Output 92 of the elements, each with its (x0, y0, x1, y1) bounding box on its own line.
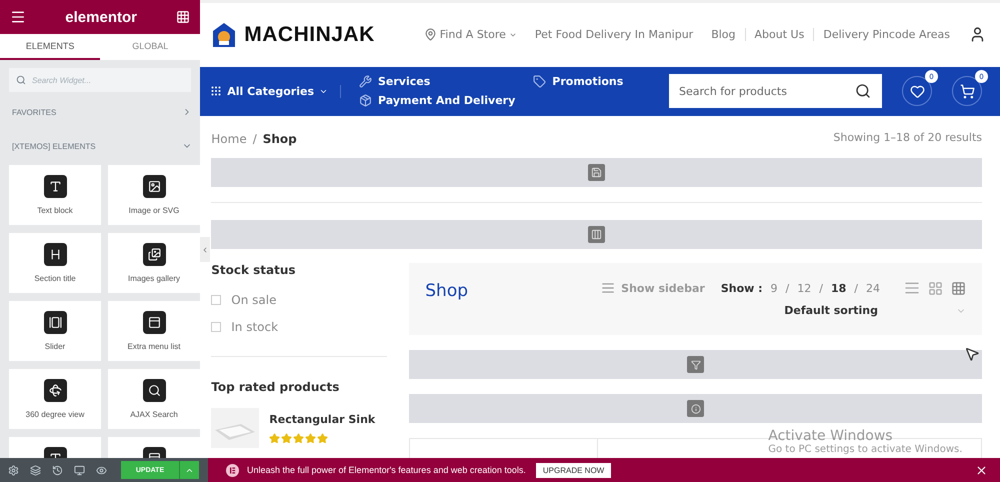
widget-icon (142, 175, 166, 198)
star-icon (317, 433, 328, 444)
widget-card[interactable]: Text block (9, 165, 101, 225)
widget-label: AJAX Search (130, 410, 178, 419)
all-categories-button[interactable]: All Categories (210, 84, 341, 98)
elementor-icon (226, 464, 239, 476)
widget-title: Stock status (211, 263, 297, 277)
menu-link[interactable]: Payment And Delivery (359, 94, 516, 108)
nav-link[interactable]: Pet Food Delivery In Manipur (526, 28, 702, 42)
widget-icon (44, 311, 66, 334)
widget-label: Slider (44, 342, 66, 351)
widget-icon (44, 243, 66, 266)
preview-icon[interactable] (96, 464, 107, 476)
separator: / (819, 282, 823, 294)
widget-title: Top rated products (211, 380, 340, 394)
widget-label: 360 degree view (26, 410, 84, 419)
map-pin-icon (424, 28, 437, 42)
breadcrumb-separator: / (252, 132, 257, 146)
product-search-field[interactable]: Search for products (669, 74, 882, 108)
banner-text: Unleash the full power of Elementor's features and web creation tools. (247, 465, 526, 475)
apps-grid-icon[interactable] (176, 10, 190, 24)
separator: / (854, 282, 858, 294)
widget-icon (142, 379, 166, 402)
filter-checkbox[interactable]: On sale (211, 293, 388, 307)
menu-link[interactable]: Promotions (533, 75, 624, 88)
layers-icon[interactable] (30, 464, 41, 476)
widget-icon (142, 311, 166, 334)
filter-icon (687, 356, 704, 373)
sorting-dropdown[interactable]: Default sorting (784, 304, 966, 317)
responsive-icon[interactable] (74, 464, 85, 476)
collapse-handle[interactable] (200, 237, 210, 262)
nav-link[interactable]: Find A Store (414, 28, 526, 42)
history-icon[interactable] (52, 464, 63, 476)
logo-icon (212, 22, 236, 48)
widget-icon (44, 175, 66, 198)
widget-label: Section title (34, 274, 76, 283)
widget-card[interactable]: 360 degree view (9, 369, 101, 429)
current-page-label: Shop (262, 132, 297, 146)
search-icon[interactable] (855, 83, 871, 100)
search-icon (16, 75, 26, 85)
star-icon (281, 433, 292, 444)
filter-checkbox[interactable]: In stock (211, 320, 388, 334)
dense-grid-icon[interactable] (951, 280, 966, 296)
account-icon[interactable] (969, 26, 986, 44)
notice-title: Activate Windows (768, 428, 894, 444)
heart-icon (910, 84, 924, 99)
widget-label: Images gallery (128, 274, 180, 283)
widget-label: Image or SVG (128, 206, 180, 215)
settings-icon[interactable] (8, 464, 19, 476)
tag-icon (533, 75, 546, 88)
widget-icon (44, 379, 66, 402)
close-icon[interactable] (975, 464, 988, 476)
star-icon (305, 433, 316, 444)
widget-card[interactable]: Section title (9, 233, 101, 293)
widget-card[interactable]: Slider (9, 301, 101, 361)
widget-label: Extra menu list (128, 342, 180, 351)
dots-grid-icon (210, 85, 222, 98)
page-title: Shop (425, 281, 468, 303)
box-icon (359, 94, 372, 108)
search-field[interactable]: Search Widget... (9, 68, 192, 92)
show-label: Show : (720, 282, 763, 294)
widget-card[interactable]: Images gallery (108, 233, 200, 293)
breadcrumb-link[interactable]: Home (211, 132, 247, 146)
category-header[interactable]: [XTEMOS] ELEMENTS (12, 139, 192, 153)
logo-text: MACHINJAK (244, 22, 375, 47)
nav-link[interactable]: Delivery Pincode Areas (813, 28, 959, 42)
widget-card[interactable]: AJAX Search (108, 369, 200, 429)
upgrade-button[interactable]: UPGRADE NOW (536, 462, 612, 478)
tools-icon (359, 75, 372, 88)
info-icon (687, 400, 704, 417)
nav-link[interactable]: About Us (744, 28, 814, 42)
star-icon (293, 433, 304, 444)
separator: / (786, 282, 790, 294)
menu-icon (601, 281, 616, 295)
widget-label: Text block (37, 206, 73, 215)
mouse-cursor-icon (964, 346, 980, 362)
cart-icon (960, 84, 974, 99)
menu-icon[interactable] (10, 9, 26, 25)
widget-icon (142, 243, 166, 266)
nav-link[interactable]: Blog (702, 28, 745, 42)
per-page-option[interactable]: 18 (830, 282, 846, 294)
widget-card[interactable]: Image or SVG (108, 165, 200, 225)
save-icon (588, 164, 606, 181)
results-count: Showing 1–18 of 20 results (833, 130, 982, 144)
brand-name: elementor (65, 8, 137, 26)
widget-card[interactable]: Extra menu list (108, 301, 200, 361)
notice-text: Go to PC settings to activate Windows. (768, 444, 962, 455)
product-name[interactable]: Rectangular Sink (269, 413, 376, 426)
columns-icon (588, 226, 606, 243)
category-header[interactable]: FAVORITES (12, 105, 192, 119)
star-icon (269, 433, 280, 444)
menu-link[interactable]: Services (359, 75, 516, 88)
